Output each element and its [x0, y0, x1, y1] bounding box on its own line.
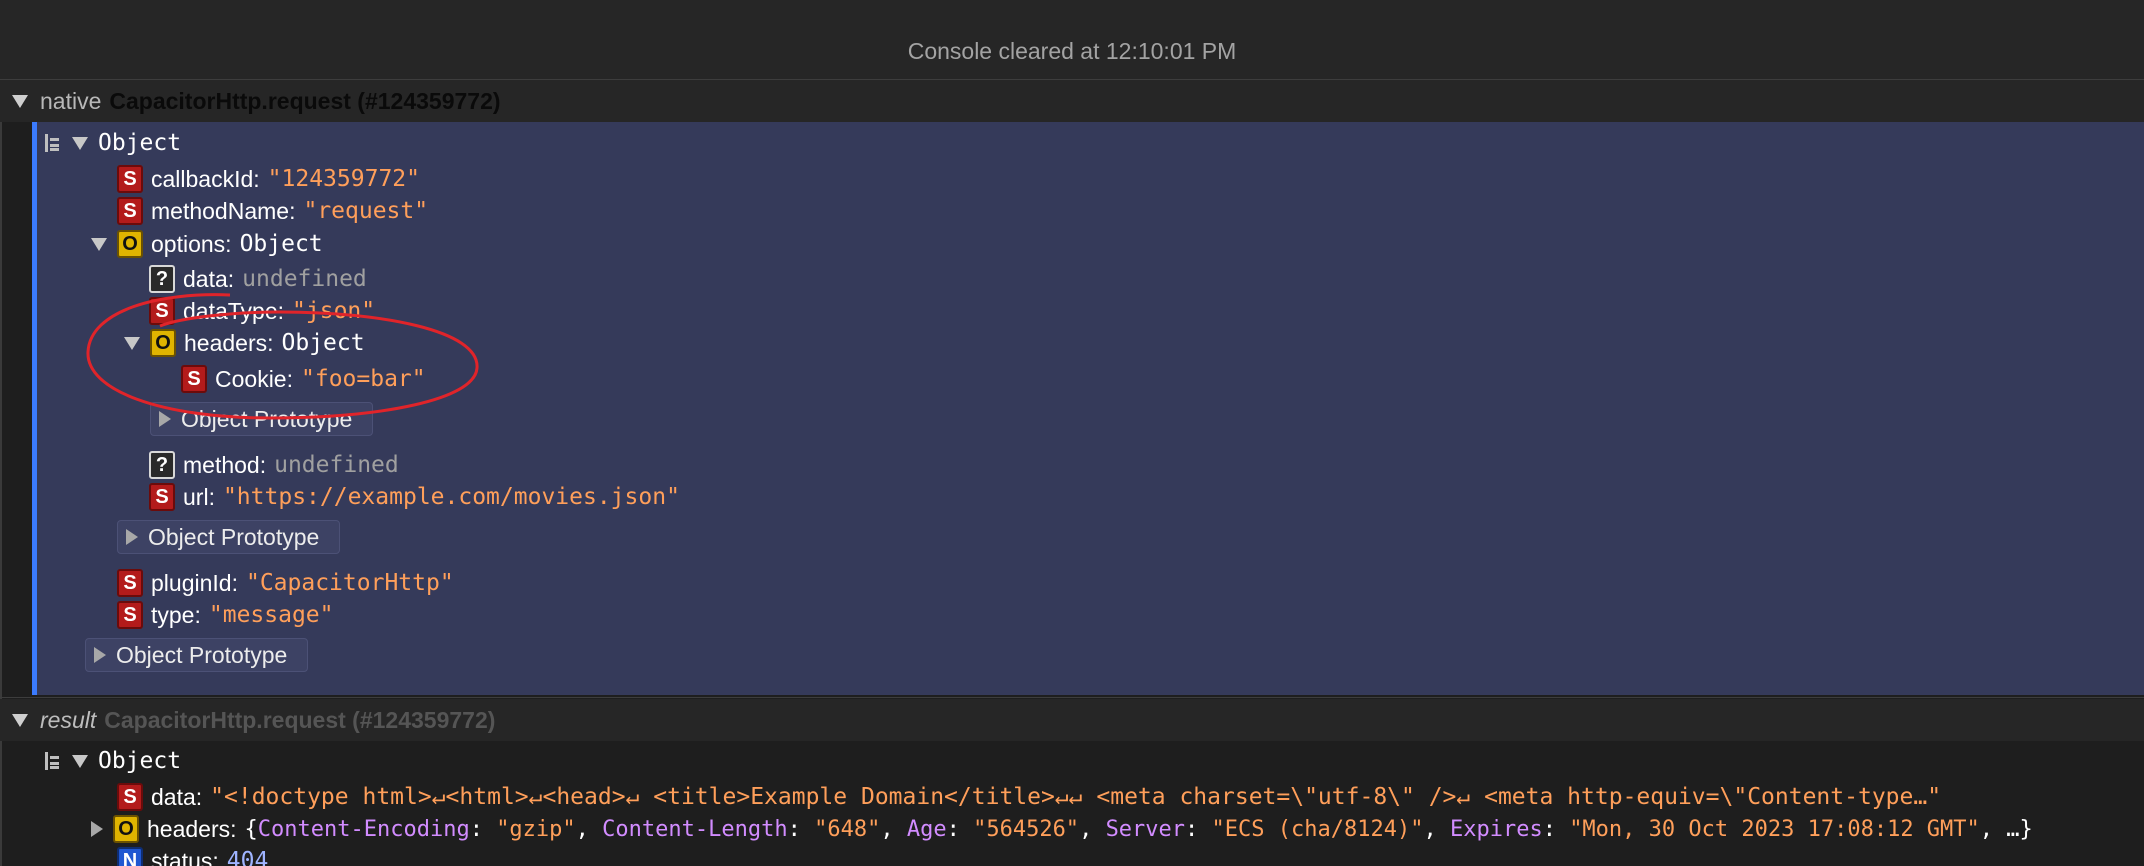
prop-callbackid[interactable]: S callbackId: "124359772" [117, 164, 420, 194]
colon: : [289, 197, 296, 224]
number-type-icon: N [117, 847, 143, 866]
string-type-icon: S [117, 197, 143, 225]
colon: : [253, 165, 260, 192]
prop-key: callbackId [151, 165, 254, 192]
object-label: Object [98, 130, 182, 156]
object-label: Object [98, 748, 182, 774]
disclosure-closed-icon[interactable] [94, 647, 106, 663]
prop-key: data [183, 265, 228, 292]
prop-value: undefined [242, 266, 367, 292]
colon: : [259, 451, 267, 478]
colon: : [227, 265, 235, 292]
prop-key: methodName [151, 197, 290, 224]
prop-value: "<!doctype html>↵<html>↵<head>↵ <title>E… [210, 784, 1942, 810]
colon: : [230, 815, 237, 842]
native-message-header[interactable]: native CapacitorHttp.request (#124359772… [0, 80, 2144, 122]
result-prop-headers[interactable]: O headers: {Content-Encoding: "gzip", Co… [91, 814, 2033, 844]
string-type-icon: S [117, 783, 143, 811]
message-separator [0, 697, 2144, 698]
disclosure-open-icon[interactable] [91, 237, 107, 251]
prop-key: options [151, 230, 226, 257]
cleared-text: Console cleared at 12:10:01 PM [907, 38, 1237, 64]
prop-key: method [183, 451, 260, 478]
header-value: "648" [814, 816, 881, 842]
disclosure-open-icon[interactable] [12, 94, 28, 108]
undefined-type-icon: ? [149, 265, 175, 293]
header-value: "ECS (cha/8124)" [1211, 816, 1424, 842]
undefined-type-icon: ? [149, 451, 175, 479]
prop-url[interactable]: S url: "https://example.com/movies.json" [149, 482, 680, 512]
prop-key: url [183, 483, 209, 510]
prop-methodname[interactable]: S methodName: "request" [117, 196, 428, 226]
result-object-root-row[interactable]: Object [44, 746, 181, 776]
prop-type[interactable]: S type: "message" [117, 600, 334, 630]
headers-preview: {Content-Encoding: "gzip", Content-Lengt… [244, 816, 2033, 842]
prop-key: status [151, 847, 213, 866]
result-message-header[interactable]: result CapacitorHttp.request (#124359772… [0, 699, 2144, 741]
disclosure-open-icon[interactable] [72, 754, 88, 768]
headers-tail: …} [2006, 816, 2033, 842]
string-type-icon: S [117, 569, 143, 597]
prop-value: "CapacitorHttp" [245, 570, 454, 596]
disclosure-open-icon[interactable] [12, 713, 28, 727]
prop-value: Object [239, 231, 323, 257]
root-object-prototype[interactable]: Object Prototype [85, 638, 309, 672]
colon: : [212, 847, 219, 866]
colon: : [208, 483, 215, 510]
header-value: "gzip" [496, 816, 576, 842]
header-key: Expires [1449, 816, 1543, 842]
header-value: "564526" [973, 816, 1080, 842]
header-key: Content-Encoding [257, 816, 470, 842]
header-value: "Mon, 30 Oct 2023 17:08:12 GMT" [1569, 816, 1980, 842]
message-call: CapacitorHttp.request (#124359772) [104, 706, 496, 733]
message-call: CapacitorHttp.request (#124359772) [109, 87, 501, 114]
object-type-icon: O [117, 230, 143, 258]
options-object-prototype[interactable]: Object Prototype [117, 520, 341, 554]
prop-pluginid[interactable]: S pluginId: "CapacitorHttp" [117, 568, 454, 598]
disclosure-open-icon[interactable] [72, 136, 88, 150]
prototype-label: Object Prototype [116, 641, 288, 668]
prop-key: headers [147, 815, 231, 842]
prop-options[interactable]: O options: Object [91, 229, 323, 259]
result-prop-data[interactable]: S data: "<!doctype html>↵<html>↵<head>↵ … [117, 782, 1941, 812]
header-key: Content-Length [602, 816, 788, 842]
string-type-icon: S [149, 483, 175, 511]
prop-value: 404 [226, 848, 269, 866]
object-type-icon: O [113, 815, 139, 843]
colon: : [194, 601, 201, 628]
console-panel: Console cleared at 12:10:01 PM native Ca… [0, 0, 2144, 866]
prop-value: "request" [303, 198, 429, 224]
brace-open: { [244, 816, 258, 842]
colon: : [225, 230, 232, 257]
prop-value: "124359772" [267, 166, 420, 192]
prop-key: type [151, 601, 195, 628]
string-type-icon: S [117, 165, 143, 193]
colon: : [195, 783, 203, 810]
message-kind: result [40, 706, 97, 733]
tree-outline-icon[interactable] [44, 134, 60, 152]
string-type-icon: S [117, 601, 143, 629]
console-cleared-message: Console cleared at 12:10:01 PM [0, 0, 2144, 80]
colon: : [231, 569, 238, 596]
object-root-row[interactable]: Object [44, 128, 181, 158]
red-annotation-circle [86, 293, 479, 420]
prototype-label: Object Prototype [148, 523, 320, 550]
prop-key: pluginId [151, 569, 232, 596]
message-kind: native [40, 87, 102, 114]
prop-key: data [151, 783, 196, 810]
prop-value: "https://example.com/movies.json" [222, 484, 680, 510]
disclosure-closed-icon[interactable] [91, 821, 103, 837]
prop-method[interactable]: ? method: undefined [149, 450, 399, 480]
prop-value: undefined [274, 452, 399, 478]
header-key: Age [906, 816, 947, 842]
disclosure-closed-icon[interactable] [126, 529, 138, 545]
header-key: Server [1105, 816, 1186, 842]
tree-outline-icon[interactable] [44, 752, 60, 770]
result-prop-status[interactable]: N status: 404 [117, 846, 268, 866]
prop-value: "message" [208, 602, 334, 628]
